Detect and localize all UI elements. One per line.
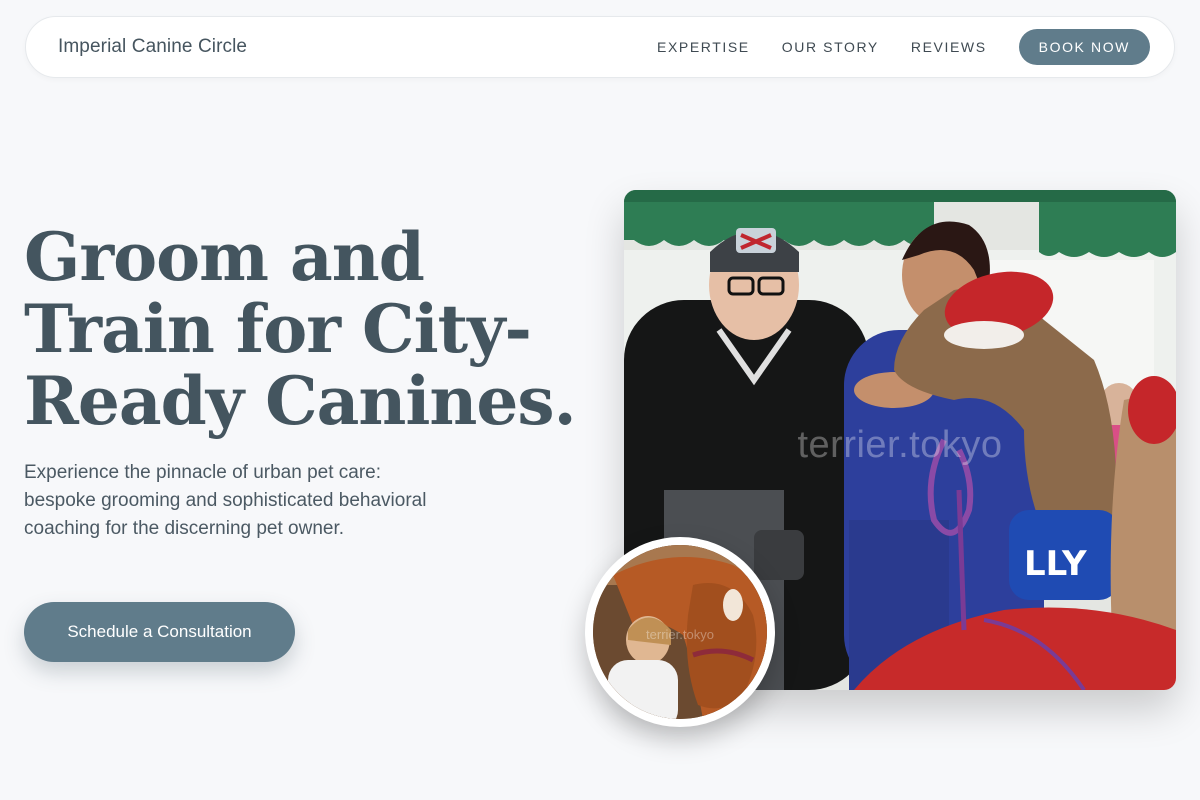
nav-link-reviews[interactable]: REVIEWS [911, 39, 987, 55]
nav-links: EXPERTISE OUR STORY REVIEWS [657, 39, 987, 55]
nav-link-expertise[interactable]: EXPERTISE [657, 39, 750, 55]
top-nav-bar: Imperial Canine Circle EXPERTISE OUR STO… [25, 16, 1175, 78]
schedule-consultation-button[interactable]: Schedule a Consultation [24, 602, 295, 662]
svg-text:LLY: LLY [1024, 544, 1087, 584]
brand-logo-text[interactable]: Imperial Canine Circle [58, 36, 247, 58]
nav-link-our-story[interactable]: OUR STORY [782, 39, 879, 55]
main-photo-watermark: terrier.tokyo [797, 424, 1003, 466]
circle-photo-watermark: terrier.tokyo [646, 627, 714, 642]
hero-subtext: Experience the pinnacle of urban pet car… [24, 462, 427, 539]
book-now-button[interactable]: BOOK NOW [1018, 29, 1150, 65]
hero-headline: Groom and Train for City-Ready Canines. [24, 218, 577, 440]
hero-circle-photo: terrier.tokyo [585, 537, 775, 727]
